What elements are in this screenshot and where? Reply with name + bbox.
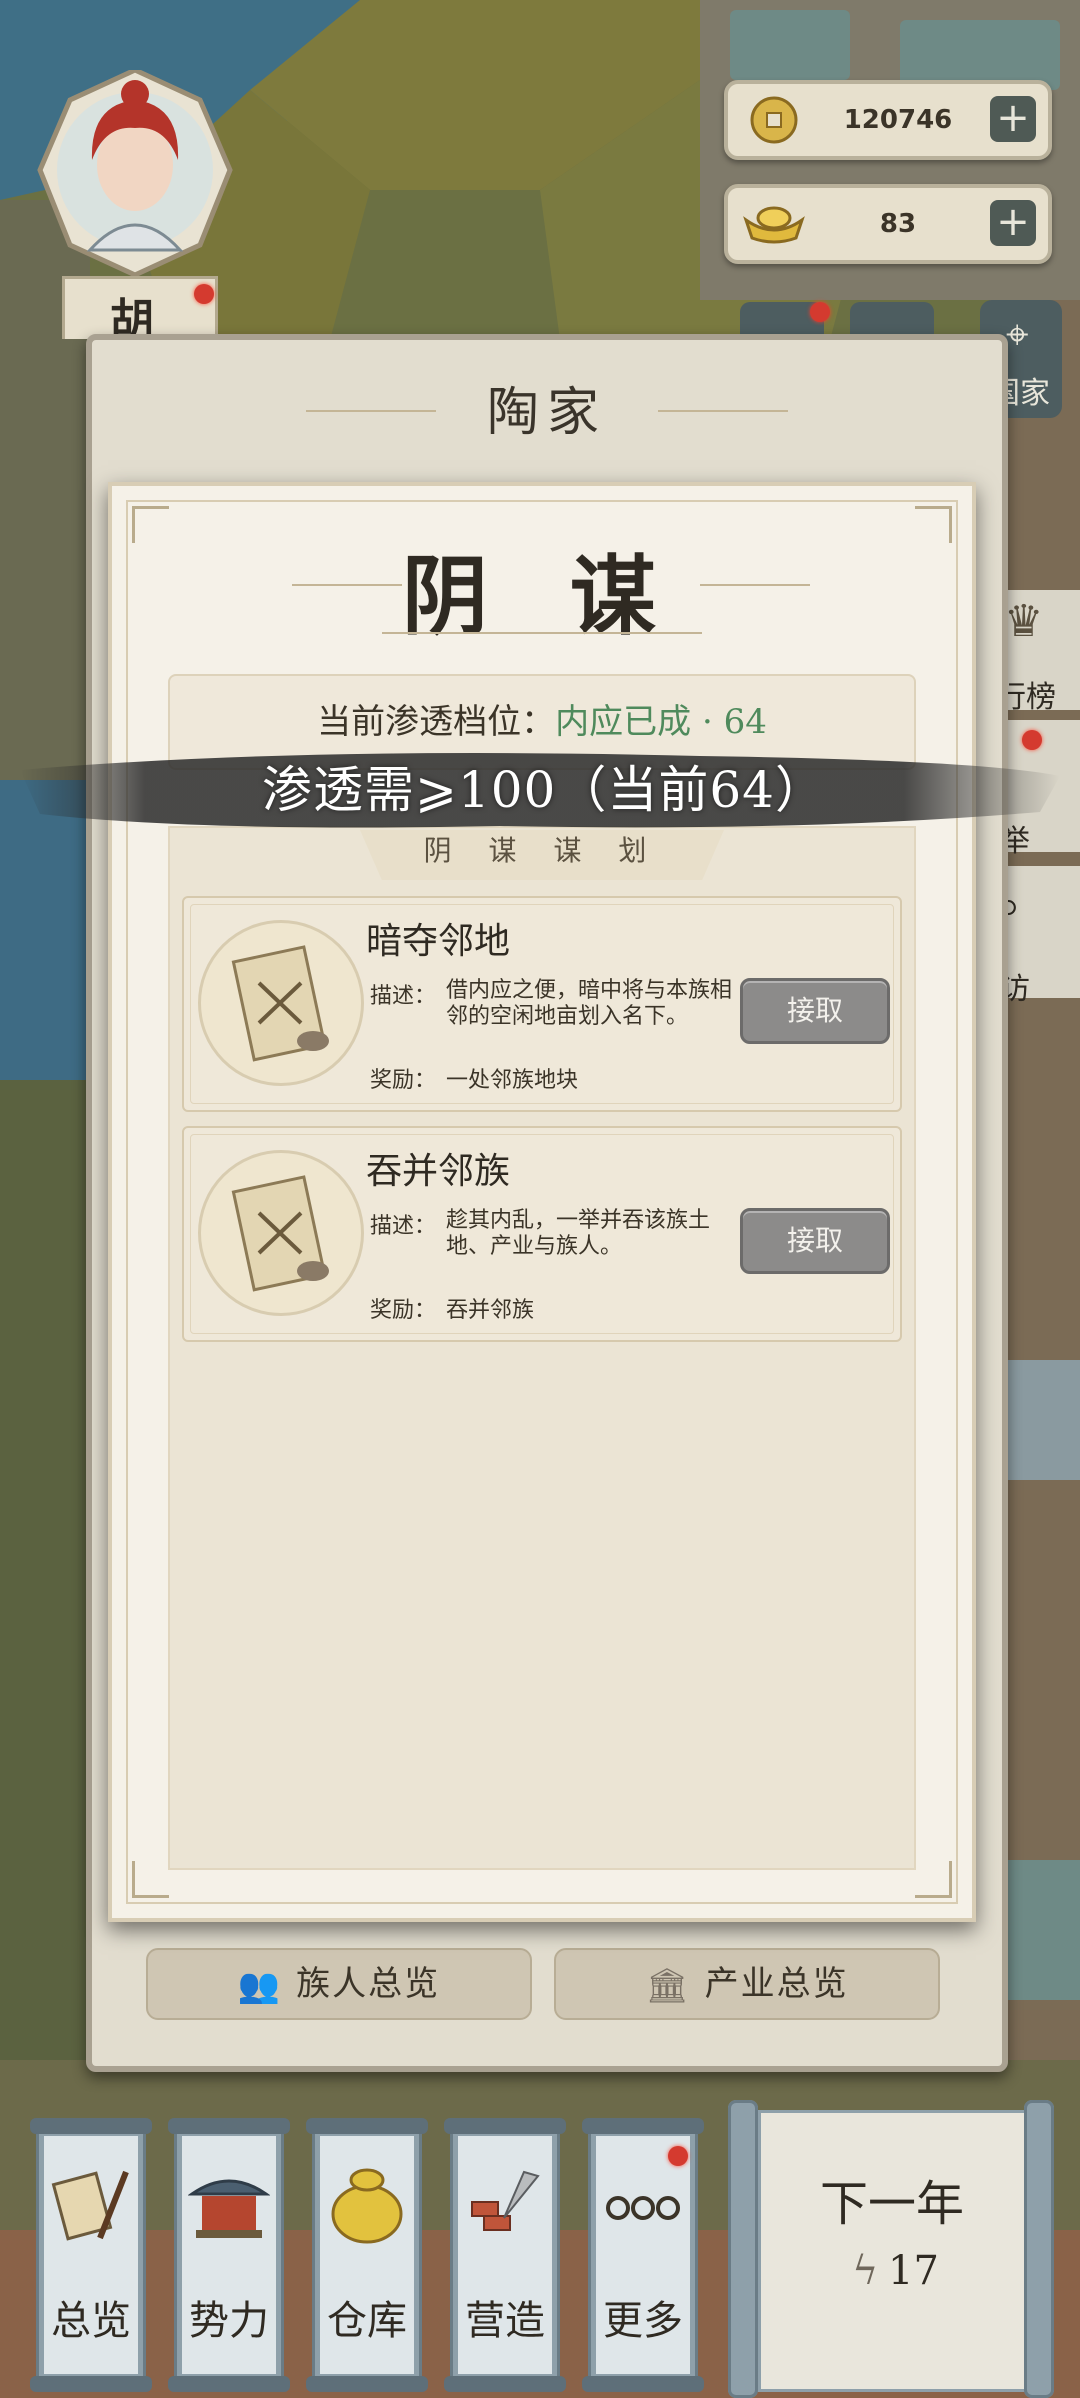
nav-construction[interactable]: 营造 [444,2118,566,2392]
scheme-card: 暗夺邻地 描述： 借内应之便，暗中将与本族相邻的空闲地亩划入名下。 奖励： 一处… [182,896,902,1112]
nav-label: 营造 [465,2298,545,2344]
corner-ornament [132,1861,169,1898]
gold-ingot-icon [743,206,805,244]
nav-label: 势力 [189,2298,269,2344]
coin-amount: 120746 [843,105,953,135]
add-coins-button[interactable]: + [990,96,1036,142]
building-icon: 🏛 [645,1966,691,2006]
scroll-roller [1024,2100,1054,2398]
scroll-brush-icon [51,2170,129,2241]
bricks-trowel-icon [471,2170,540,2231]
clan-overview-label: 族人总览 [296,1964,441,2004]
scheme-desc-label: 描述： [370,984,437,1009]
pavilion-icon [188,2179,270,2238]
avatar-notification-dot [194,284,214,304]
scheme-description: 趁其内乱，一举并吞该族土地、产业与族人。 [446,1208,711,1259]
scheme-name: 暗夺邻地 [366,921,511,962]
title-ornament-right [700,584,810,586]
gold-counter: 83 + [724,184,1052,264]
title-underline [382,632,702,634]
title-ornament-left [292,584,402,586]
nav-label: 更多 [603,2298,683,2344]
accept-scheme-button[interactable]: 接取 [740,978,890,1044]
nav-overview[interactable]: 总览 [30,2118,152,2392]
nav-cap [582,2376,704,2392]
scheme-card: 吞并邻族 描述： 趁其内乱，一举并吞该族土地、产业与族人。 奖励： 吞并邻族 接… [182,1126,902,1342]
money-bag-icon [331,2168,403,2244]
energy-count: 17 [888,2248,939,2294]
nav-power[interactable]: 势力 [168,2118,290,2392]
nav-cap [444,2376,566,2392]
family-panel-title: 陶家 [486,383,607,443]
nav-cap [582,2118,704,2134]
property-overview-label: 产业总览 [704,1964,849,2004]
nav-cap [168,2376,290,2392]
next-year-button[interactable]: 下一年 ϟ 17 [718,2100,1068,2398]
infiltration-level-value: 内应已成 · 64 [555,702,767,742]
player-avatar[interactable] [30,67,240,290]
coin-icon [750,96,798,144]
corner-ornament [915,1861,952,1898]
property-overview-button[interactable]: 🏛 产业总览 [554,1948,940,2020]
infiltration-requirement-toast: 渗透需⩾100（当前64） [262,761,826,819]
gold-amount: 83 [879,209,917,239]
nav-cap [30,2118,152,2134]
scheme-reward-label: 奖励： [370,1068,437,1093]
scheme-reward-label: 奖励： [370,1298,437,1323]
scroll-roller [728,2100,758,2398]
scroll-icon [198,1150,364,1316]
intrigue-modal: 阴 谋 当前渗透档位：内应已成 · 64 阴 谋 谋 划 暗夺邻地 描述： 借内… [108,482,976,1922]
nav-warehouse[interactable]: 仓库 [306,2118,428,2392]
settings-notification-dot [810,302,830,322]
more-dots-icon [606,2196,680,2220]
people-icon: 👥 [237,1966,283,2006]
scheme-description: 借内应之便，暗中将与本族相邻的空闲地亩划入名下。 [446,978,733,1029]
nav-cap [306,2376,428,2392]
accept-scheme-button[interactable]: 接取 [740,1208,890,1274]
trophy-icon: ♛ [1004,596,1044,647]
nav-cap [444,2118,566,2134]
nav-cap [30,2376,152,2392]
nav-label: 总览 [51,2298,131,2344]
lightning-icon: ϟ [852,2248,879,2294]
next-year-label: 下一年 [819,2176,964,2232]
clan-overview-button[interactable]: 👥 族人总览 [146,1948,532,2020]
nav-label: 仓库 [327,2298,407,2344]
location-pin-icon: ⌖ [1006,312,1029,358]
family-title-ornament-left [306,410,436,412]
scheme-reward: 一处邻族地块 [446,1068,579,1093]
coin-counter: 120746 + [724,80,1052,160]
family-title-ornament-right [658,410,788,412]
scheme-reward: 吞并邻族 [446,1298,535,1323]
scroll-icon [198,920,364,1086]
scheme-name: 吞并邻族 [366,1151,511,1192]
scheme-desc-label: 描述： [370,1214,437,1239]
nav-cap [168,2118,290,2134]
nav-cap [306,2118,428,2134]
more-notification-dot [668,2146,688,2166]
add-gold-button[interactable]: + [990,200,1036,246]
infiltration-level-label: 当前渗透档位： [317,702,556,742]
